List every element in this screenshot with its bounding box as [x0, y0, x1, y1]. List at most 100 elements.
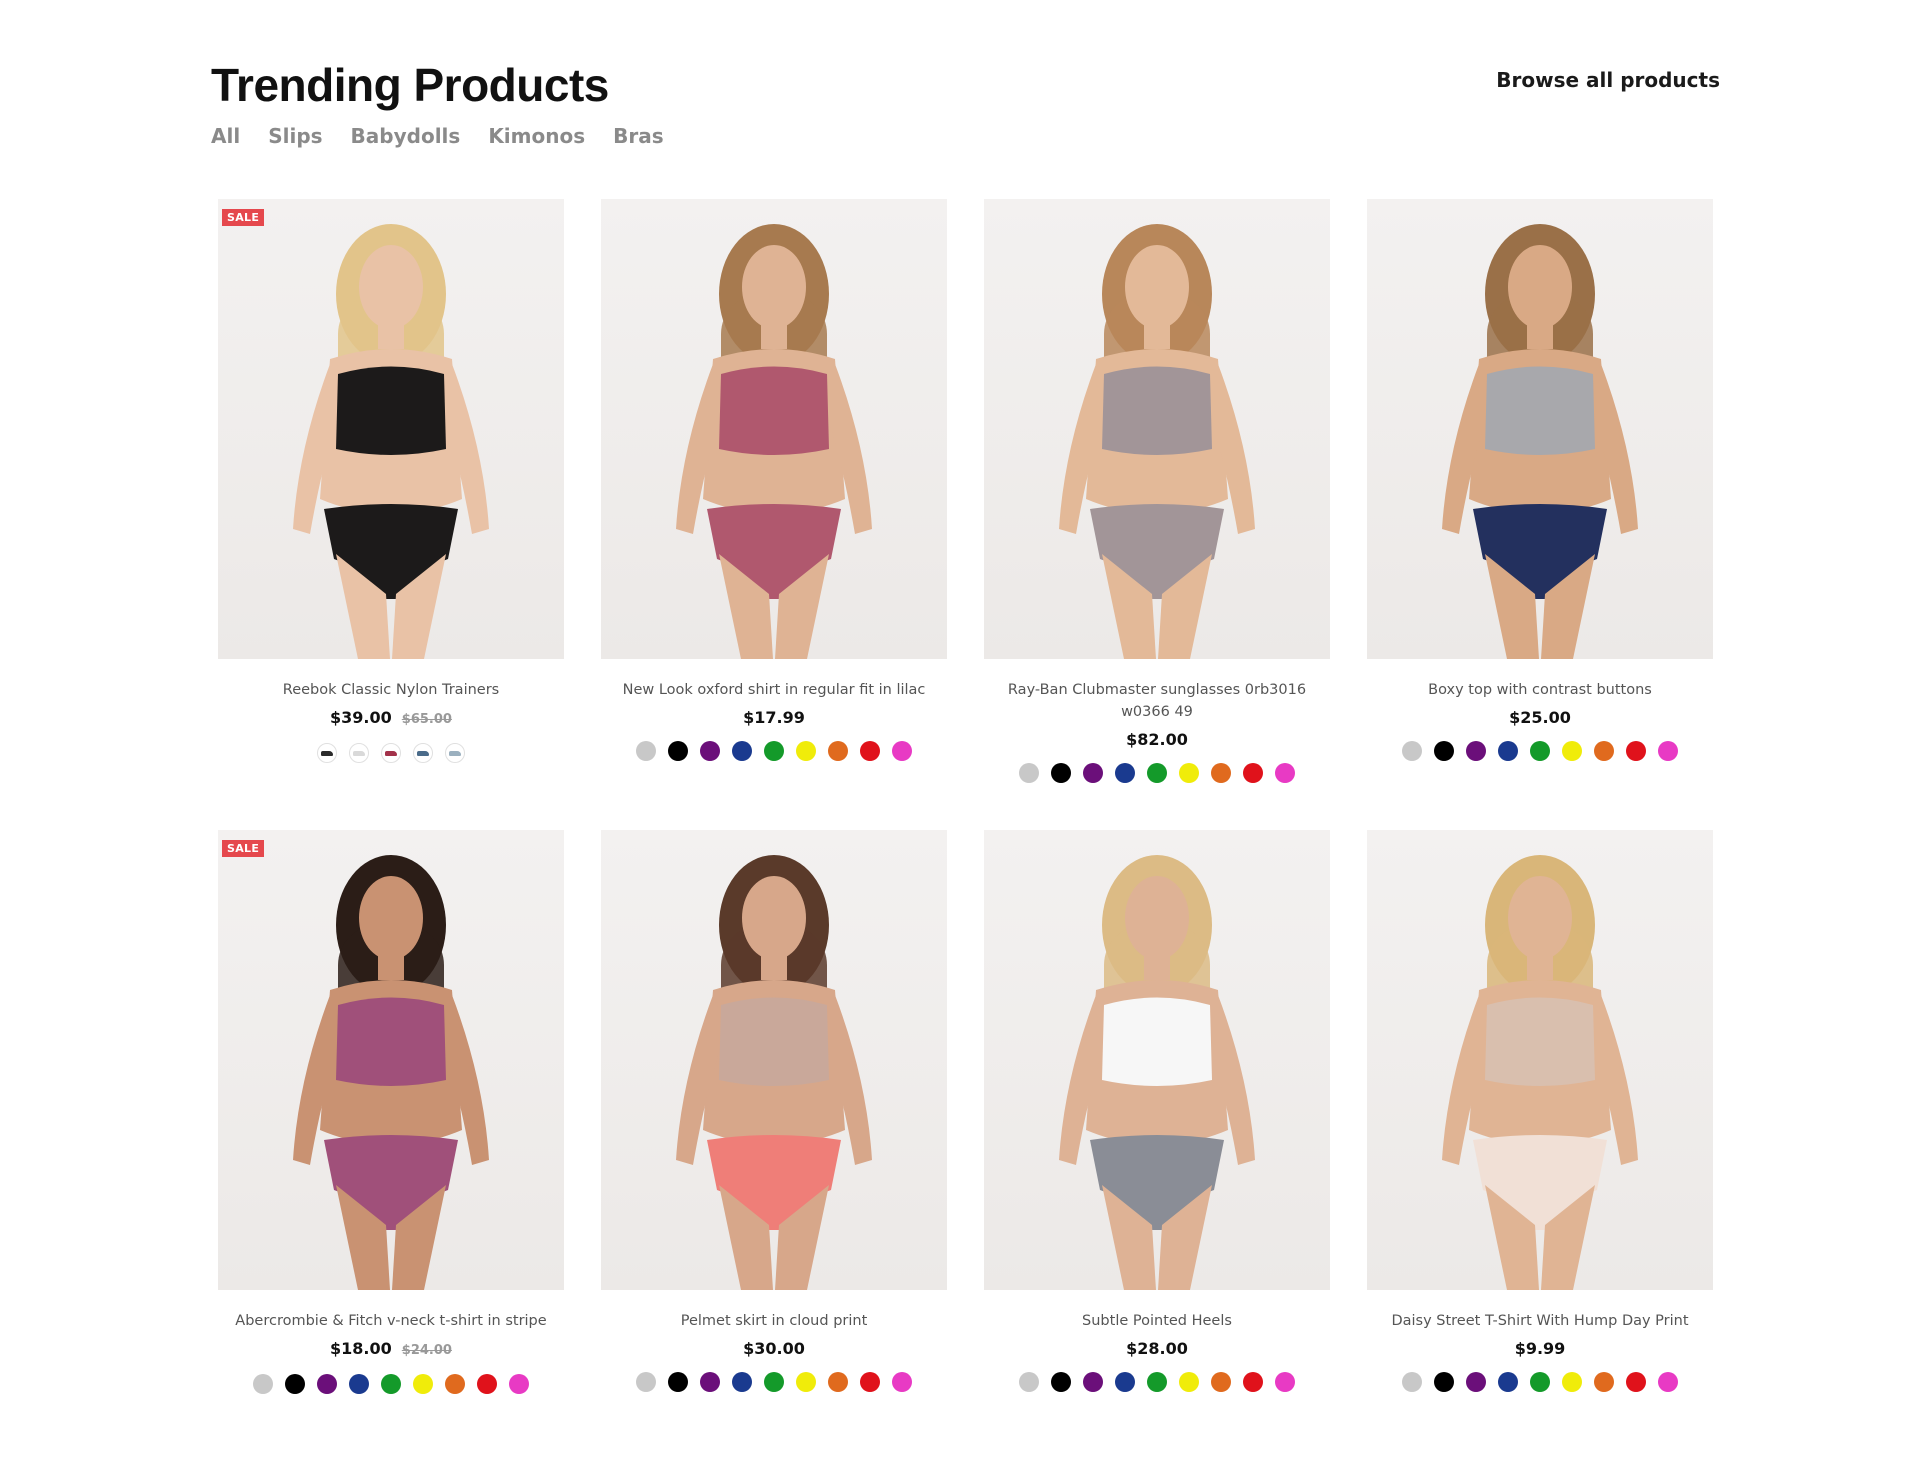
- color-swatch[interactable]: [1466, 741, 1486, 761]
- product-name[interactable]: Abercrombie & Fitch v-neck t-shirt in st…: [226, 1310, 556, 1332]
- color-swatch[interactable]: [445, 1374, 465, 1394]
- filter-tab-bras[interactable]: Bras: [613, 124, 664, 148]
- product-card[interactable]: SALE Abercrombie & Fitch v-neck t-shirt i…: [218, 830, 564, 1461]
- product-name[interactable]: Subtle Pointed Heels: [992, 1310, 1322, 1332]
- product-card[interactable]: Subtle Pointed Heels $28.00: [984, 830, 1330, 1461]
- color-swatch[interactable]: [1275, 763, 1295, 783]
- color-swatch[interactable]: [1083, 763, 1103, 783]
- product-card[interactable]: SALE Reebok Classic Nylon Trainers $39.00 $…: [218, 199, 564, 830]
- color-swatch[interactable]: [477, 1374, 497, 1394]
- product-name[interactable]: New Look oxford shirt in regular fit in …: [609, 679, 939, 701]
- color-swatch[interactable]: [892, 1372, 912, 1392]
- filter-tab-babydolls[interactable]: Babydolls: [351, 124, 461, 148]
- variant-thumbnail-swatch[interactable]: [413, 743, 433, 763]
- color-swatch[interactable]: [764, 1372, 784, 1392]
- color-swatch[interactable]: [1530, 741, 1550, 761]
- color-swatch[interactable]: [1243, 763, 1263, 783]
- product-name[interactable]: Daisy Street T-Shirt With Hump Day Print: [1375, 1310, 1705, 1332]
- color-swatch[interactable]: [509, 1374, 529, 1394]
- color-swatch[interactable]: [668, 1372, 688, 1392]
- color-swatch[interactable]: [1530, 1372, 1550, 1392]
- product-image[interactable]: [601, 830, 947, 1290]
- color-swatch[interactable]: [1243, 1372, 1263, 1392]
- color-swatch[interactable]: [1083, 1372, 1103, 1392]
- color-swatch[interactable]: [349, 1374, 369, 1394]
- color-swatch[interactable]: [892, 741, 912, 761]
- product-image[interactable]: SALE: [218, 199, 564, 659]
- variant-thumbnail-swatch[interactable]: [317, 743, 337, 763]
- color-swatch[interactable]: [1626, 1372, 1646, 1392]
- variant-thumbnail-swatch[interactable]: [349, 743, 369, 763]
- product-name[interactable]: Ray-Ban Clubmaster sunglasses 0rb3016 w0…: [992, 679, 1322, 723]
- color-swatch[interactable]: [1498, 1372, 1518, 1392]
- color-swatch[interactable]: [668, 741, 688, 761]
- browse-all-products-link[interactable]: Browse all products: [1496, 68, 1720, 92]
- product-price: $28.00: [1126, 1339, 1188, 1358]
- color-swatch[interactable]: [1051, 763, 1071, 783]
- color-swatch[interactable]: [1179, 763, 1199, 783]
- product-image[interactable]: [601, 199, 947, 659]
- color-swatch[interactable]: [1466, 1372, 1486, 1392]
- color-swatch[interactable]: [1658, 741, 1678, 761]
- product-image[interactable]: [984, 199, 1330, 659]
- color-swatch[interactable]: [1434, 741, 1454, 761]
- color-swatch[interactable]: [700, 741, 720, 761]
- product-image[interactable]: [1367, 199, 1713, 659]
- color-swatch[interactable]: [828, 741, 848, 761]
- color-swatch[interactable]: [381, 1374, 401, 1394]
- product-image[interactable]: [1367, 830, 1713, 1290]
- color-swatch[interactable]: [1115, 1372, 1135, 1392]
- color-swatch[interactable]: [700, 1372, 720, 1392]
- filter-tab-kimonos[interactable]: Kimonos: [488, 124, 585, 148]
- color-swatch[interactable]: [1562, 741, 1582, 761]
- color-swatch[interactable]: [636, 741, 656, 761]
- color-swatch[interactable]: [1275, 1372, 1295, 1392]
- color-swatch[interactable]: [828, 1372, 848, 1392]
- color-swatch[interactable]: [1658, 1372, 1678, 1392]
- product-image[interactable]: [984, 830, 1330, 1290]
- color-swatch[interactable]: [732, 741, 752, 761]
- product-price: $82.00: [1126, 730, 1188, 749]
- color-swatch[interactable]: [1562, 1372, 1582, 1392]
- color-swatch[interactable]: [1147, 1372, 1167, 1392]
- filter-tab-all[interactable]: All: [211, 124, 240, 148]
- product-card[interactable]: Ray-Ban Clubmaster sunglasses 0rb3016 w0…: [984, 199, 1330, 830]
- product-card[interactable]: Boxy top with contrast buttons $25.00: [1367, 199, 1713, 830]
- color-swatch[interactable]: [1019, 763, 1039, 783]
- color-swatch[interactable]: [764, 741, 784, 761]
- color-swatch[interactable]: [1211, 763, 1231, 783]
- color-swatch[interactable]: [1051, 1372, 1071, 1392]
- filter-tab-slips[interactable]: Slips: [268, 124, 322, 148]
- color-swatch[interactable]: [253, 1374, 273, 1394]
- color-swatch[interactable]: [1434, 1372, 1454, 1392]
- product-image[interactable]: SALE: [218, 830, 564, 1290]
- color-swatch[interactable]: [1594, 741, 1614, 761]
- color-swatch[interactable]: [285, 1374, 305, 1394]
- color-swatch[interactable]: [1498, 741, 1518, 761]
- color-swatch[interactable]: [1179, 1372, 1199, 1392]
- color-swatch[interactable]: [413, 1374, 433, 1394]
- variant-thumbnail-swatch[interactable]: [445, 743, 465, 763]
- color-swatch[interactable]: [1594, 1372, 1614, 1392]
- color-swatch[interactable]: [1626, 741, 1646, 761]
- color-swatch[interactable]: [317, 1374, 337, 1394]
- color-swatch[interactable]: [1402, 1372, 1422, 1392]
- color-swatch[interactable]: [860, 1372, 880, 1392]
- product-card[interactable]: New Look oxford shirt in regular fit in …: [601, 199, 947, 830]
- product-card[interactable]: Daisy Street T-Shirt With Hump Day Print…: [1367, 830, 1713, 1461]
- color-swatch[interactable]: [860, 741, 880, 761]
- color-swatch[interactable]: [796, 741, 816, 761]
- color-swatch[interactable]: [1019, 1372, 1039, 1392]
- product-name[interactable]: Boxy top with contrast buttons: [1375, 679, 1705, 701]
- product-name[interactable]: Reebok Classic Nylon Trainers: [226, 679, 556, 701]
- color-swatch[interactable]: [796, 1372, 816, 1392]
- variant-thumbnail-swatch[interactable]: [381, 743, 401, 763]
- color-swatch[interactable]: [732, 1372, 752, 1392]
- product-name[interactable]: Pelmet skirt in cloud print: [609, 1310, 939, 1332]
- color-swatch[interactable]: [1115, 763, 1135, 783]
- color-swatch[interactable]: [1402, 741, 1422, 761]
- color-swatch[interactable]: [1147, 763, 1167, 783]
- product-card[interactable]: Pelmet skirt in cloud print $30.00: [601, 830, 947, 1461]
- color-swatch[interactable]: [1211, 1372, 1231, 1392]
- color-swatch[interactable]: [636, 1372, 656, 1392]
